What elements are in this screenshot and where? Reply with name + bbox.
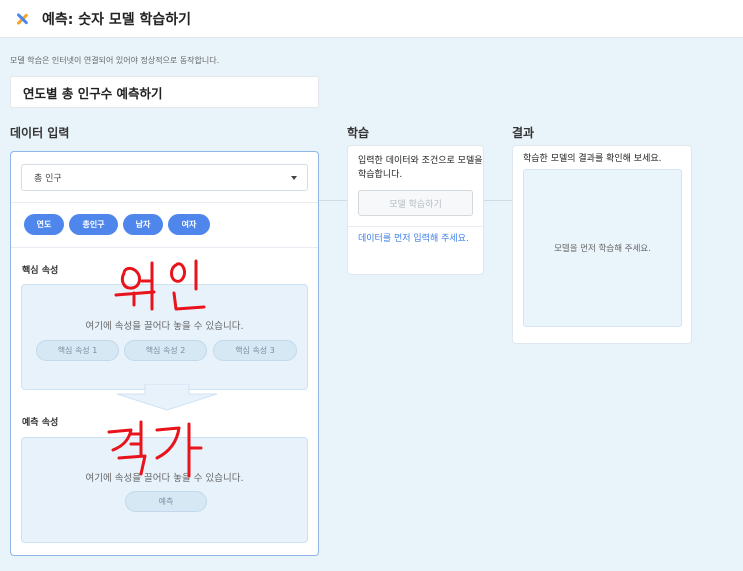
divider <box>348 226 483 227</box>
project-name-field[interactable]: 연도별 총 인구수 예측하기 <box>10 76 319 108</box>
core-attribute-dropzone[interactable]: 여기에 속성을 끌어다 놓을 수 있습니다. 핵심 속성 1 핵심 속성 2 핵… <box>21 284 308 390</box>
data-input-heading: 데이터 입력 <box>10 126 70 140</box>
window-title: 예측: 숫자 모델 학습하기 <box>42 11 192 28</box>
learn-warning: 데이터를 먼저 입력해 주세요. <box>358 234 469 244</box>
learn-heading: 학습 <box>347 126 370 140</box>
title-bar: 예측: 숫자 모델 학습하기 <box>0 0 743 38</box>
core-dropzone-hint: 여기에 속성을 끌어다 놓을 수 있습니다. <box>85 321 244 332</box>
result-view: 모델을 먼저 학습해 주세요. <box>523 169 682 327</box>
result-card: 학습한 모델의 결과를 확인해 보세요. 모델을 먼저 학습해 주세요. <box>512 145 692 344</box>
table-select[interactable]: 총 인구 <box>21 164 308 191</box>
attribute-chip-year[interactable]: 연도 <box>24 214 64 235</box>
step-connector <box>319 200 347 201</box>
chevron-down-icon <box>291 176 297 180</box>
divider <box>11 247 318 248</box>
learn-card: 입력한 데이터와 조건으로 모델을 학습합니다. 모델 학습하기 데이터를 먼저… <box>347 145 484 275</box>
prediction-attribute-label: 예측 속성 <box>22 418 59 428</box>
core-attribute-slot-3[interactable]: 핵심 속성 3 <box>213 340 297 361</box>
divider <box>11 202 318 203</box>
step-connector <box>484 200 512 201</box>
core-attribute-label: 핵심 속성 <box>22 266 59 276</box>
core-attribute-slot-2[interactable]: 핵심 속성 2 <box>124 340 207 361</box>
learn-description: 입력한 데이터와 조건으로 모델을 학습합니다. <box>358 156 483 180</box>
train-model-button[interactable]: 모델 학습하기 <box>358 190 473 216</box>
close-icon[interactable] <box>14 11 30 27</box>
flow-arrow-icon <box>117 384 217 411</box>
prediction-attribute-dropzone[interactable]: 여기에 속성을 끌어다 놓을 수 있습니다. 예측 <box>21 437 308 543</box>
attribute-chip-total[interactable]: 총인구 <box>69 214 118 235</box>
attribute-chip-female[interactable]: 여자 <box>168 214 210 235</box>
attribute-chips: 연도 총인구 남자 여자 <box>24 214 210 235</box>
prediction-attribute-slot[interactable]: 예측 <box>125 491 207 512</box>
result-description: 학습한 모델의 결과를 확인해 보세요. <box>523 154 662 164</box>
result-heading: 결과 <box>512 126 535 140</box>
result-placeholder: 모델을 먼저 학습해 주세요. <box>554 244 651 254</box>
network-notice: 모델 학습은 인터넷이 연결되어 있어야 정상적으로 동작합니다. <box>10 56 220 65</box>
prediction-dropzone-hint: 여기에 속성을 끌어다 놓을 수 있습니다. <box>85 473 244 484</box>
data-input-panel: 총 인구 연도 총인구 남자 여자 핵심 속성 여기에 속성을 끌어다 놓을 수… <box>10 151 319 556</box>
core-attribute-slot-1[interactable]: 핵심 속성 1 <box>36 340 119 361</box>
table-select-value: 총 인구 <box>34 174 62 184</box>
attribute-chip-male[interactable]: 남자 <box>123 214 163 235</box>
